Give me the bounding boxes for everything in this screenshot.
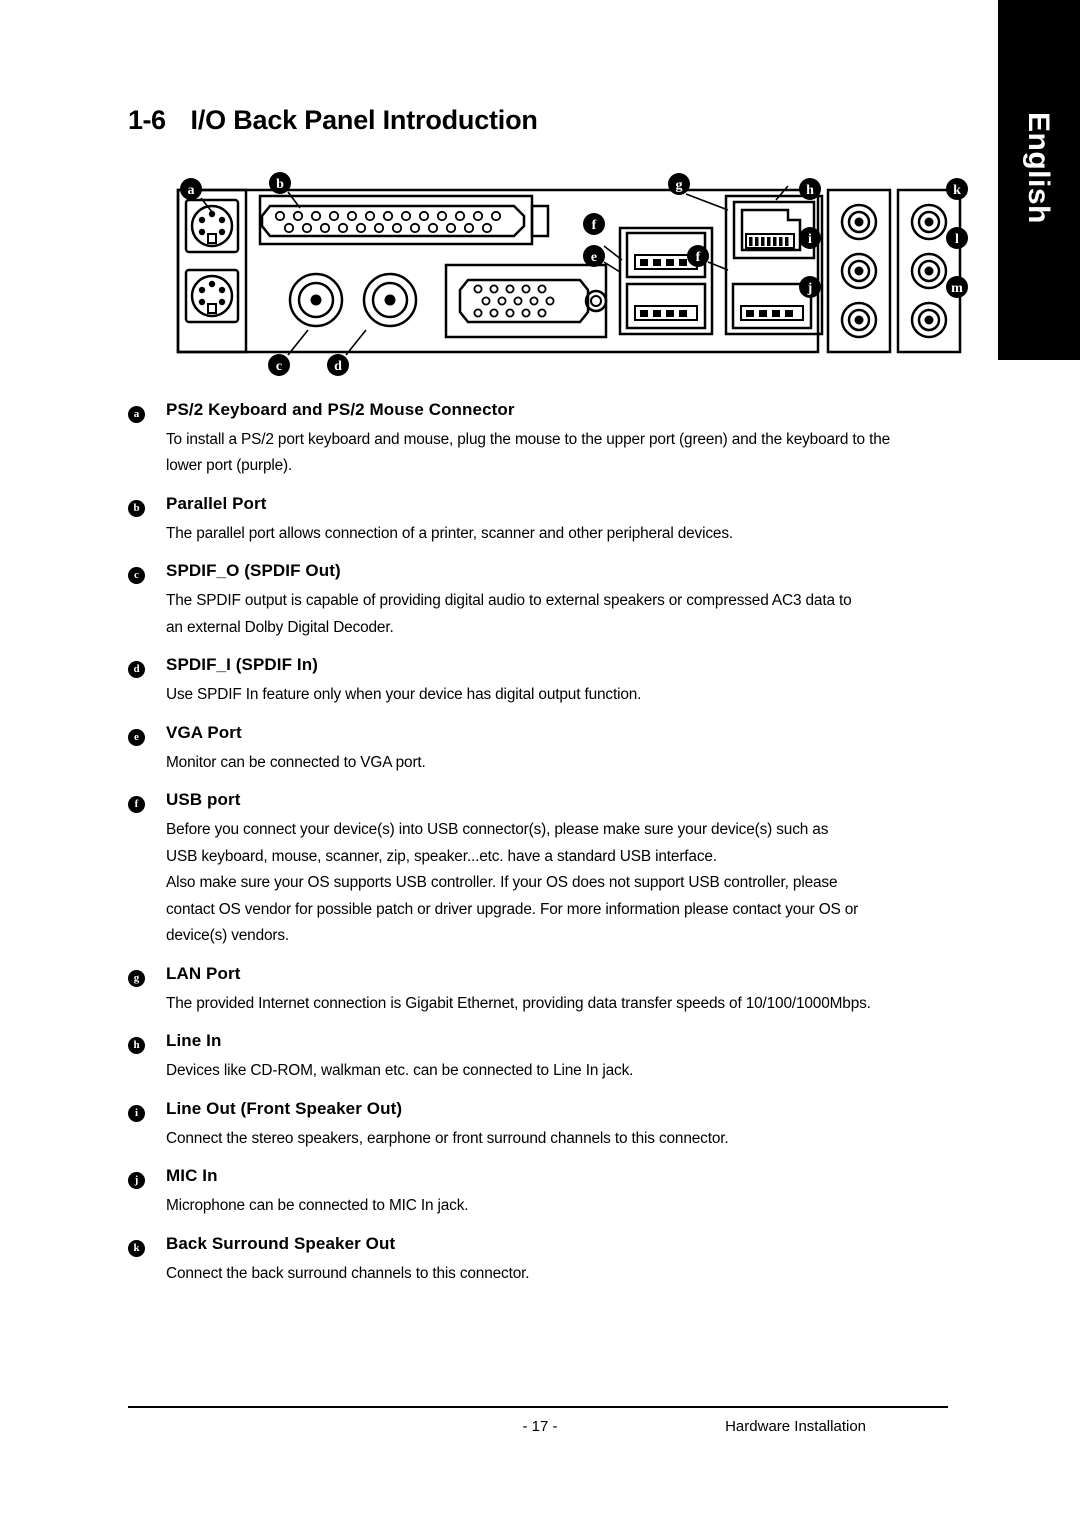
item-marker: h (128, 1037, 145, 1055)
item-body: Monitor can be connected to VGA port. (166, 750, 956, 776)
item-marker: i (128, 1104, 145, 1122)
item-line: Devices like CD-ROM, walkman etc. can be… (166, 1062, 634, 1080)
item-line: USB keyboard, mouse, scanner, zip, speak… (166, 847, 717, 865)
item-title: Parallel Port (166, 493, 267, 513)
item-header: h Line In (128, 1031, 958, 1055)
item-marker: d (128, 661, 145, 679)
svg-text:c: c (276, 359, 282, 374)
item-title: MIC In (166, 1166, 218, 1186)
item-body: The parallel port allows connection of a… (166, 521, 956, 547)
item-line: To install a PS/2 port keyboard and mous… (166, 431, 891, 448)
svg-text:f: f (592, 218, 597, 233)
list-item: b Parallel Port The parallel port allows… (128, 494, 958, 547)
list-item: g LAN Port The provided Internet connect… (128, 964, 958, 1017)
svg-text:m: m (951, 281, 963, 296)
io-back-panel-diagram: a b c d e f f g h i j k l m (128, 160, 968, 385)
item-body: To install a PS/2 port keyboard and mous… (166, 427, 956, 480)
item-header: a PS/2 Keyboard and PS/2 Mouse Connector (128, 400, 958, 423)
item-title: SPDIF_O (SPDIF Out) (166, 561, 341, 581)
item-header: g LAN Port (128, 963, 958, 987)
item-line: Use SPDIF In feature only when your devi… (166, 686, 642, 704)
item-line: lower port (purple). (166, 457, 293, 475)
item-line: Before you connect your device(s) into U… (166, 821, 829, 839)
item-line: Monitor can be connected to VGA port. (166, 753, 426, 771)
item-body: Devices like CD-ROM, walkman etc. can be… (166, 1058, 956, 1084)
item-header: k Back Surround Speaker Out (128, 1233, 958, 1257)
item-body: The SPDIF output is capable of providing… (166, 588, 956, 641)
item-marker: k (128, 1239, 145, 1257)
item-title: USB port (166, 790, 241, 810)
svg-text:b: b (276, 177, 284, 192)
item-header: b Parallel Port (128, 493, 958, 517)
item-line: Microphone can be connected to MIC In ja… (166, 1197, 469, 1215)
footer-section-label: Hardware Installation (725, 1418, 866, 1435)
list-item: d SPDIF_I (SPDIF In) Use SPDIF In featur… (128, 655, 958, 708)
item-title: SPDIF_I (SPDIF In) (166, 655, 318, 675)
page-number: - 17 - (522, 1418, 558, 1435)
item-title: Line Out (Front Speaker Out) (166, 1098, 403, 1118)
item-body: The provided Internet connection is Giga… (166, 991, 956, 1017)
list-item: j MIC In Microphone can be connected to … (128, 1166, 958, 1219)
list-item: k Back Surround Speaker Out Connect the … (128, 1234, 958, 1287)
item-body: Microphone can be connected to MIC In ja… (166, 1193, 956, 1219)
item-header: e VGA Port (128, 722, 958, 746)
item-line: Connect the back surround channels to th… (166, 1264, 530, 1282)
svg-text:j: j (807, 281, 813, 296)
language-tab-label: English (1022, 112, 1055, 224)
item-title: VGA Port (166, 722, 242, 742)
svg-text:h: h (806, 183, 814, 198)
item-header: i Line Out (Front Speaker Out) (128, 1098, 958, 1122)
item-marker: c (128, 567, 145, 585)
item-body: Use SPDIF In feature only when your devi… (166, 682, 956, 708)
list-item: a PS/2 Keyboard and PS/2 Mouse Connector… (128, 400, 958, 480)
item-title: PS/2 Keyboard and PS/2 Mouse Connector (166, 400, 515, 419)
list-item: f USB port Before you connect your devic… (128, 790, 958, 949)
item-marker: f (128, 796, 145, 814)
item-title: LAN Port (166, 963, 241, 983)
svg-text:d: d (334, 359, 342, 374)
item-header: c SPDIF_O (SPDIF Out) (128, 561, 958, 585)
item-line: Also make sure your OS supports USB cont… (166, 874, 838, 892)
item-line: an external Dolby Digital Decoder. (166, 618, 394, 636)
svg-text:e: e (591, 250, 597, 265)
item-header: d SPDIF_I (SPDIF In) (128, 655, 958, 679)
item-header: j MIC In (128, 1166, 958, 1190)
svg-text:a: a (188, 183, 195, 198)
item-body: Connect the stereo speakers, earphone or… (166, 1126, 956, 1152)
svg-text:i: i (808, 232, 812, 247)
item-line: The provided Internet connection is Giga… (166, 994, 871, 1012)
list-item: c SPDIF_O (SPDIF Out) The SPDIF output i… (128, 561, 958, 641)
item-marker: a (128, 406, 145, 423)
connector-list: a PS/2 Keyboard and PS/2 Mouse Connector… (128, 400, 958, 1289)
item-header: f USB port (128, 790, 958, 814)
section-title: I/O Back Panel Introduction (190, 105, 538, 135)
svg-text:l: l (955, 232, 959, 247)
item-line: device(s) vendors. (166, 927, 290, 945)
item-body: Before you connect your device(s) into U… (166, 817, 956, 949)
language-tab: English (998, 0, 1080, 360)
item-line: contact OS vendor for possible patch or … (166, 900, 859, 918)
item-title: Back Surround Speaker Out (166, 1233, 396, 1253)
footer-divider (128, 1406, 948, 1408)
list-item: h Line In Devices like CD-ROM, walkman e… (128, 1031, 958, 1084)
item-marker: e (128, 728, 145, 746)
item-title: Line In (166, 1031, 222, 1051)
svg-text:f: f (696, 250, 701, 265)
page-content: 1-6 I/O Back Panel Introduction a b c d … (0, 0, 998, 1529)
item-line: The SPDIF output is capable of providing… (166, 592, 852, 610)
page-title: 1-6 I/O Back Panel Introduction (128, 105, 538, 136)
svg-text:g: g (676, 178, 683, 193)
item-body: Connect the back surround channels to th… (166, 1261, 956, 1287)
item-line: Connect the stereo speakers, earphone or… (166, 1129, 729, 1147)
list-item: e VGA Port Monitor can be connected to V… (128, 723, 958, 776)
item-line: The parallel port allows connection of a… (166, 524, 733, 542)
section-number: 1-6 (128, 105, 166, 135)
svg-text:k: k (953, 183, 961, 198)
item-marker: b (128, 499, 145, 517)
item-marker: g (128, 969, 145, 987)
item-marker: j (128, 1172, 145, 1190)
list-item: i Line Out (Front Speaker Out) Connect t… (128, 1099, 958, 1152)
